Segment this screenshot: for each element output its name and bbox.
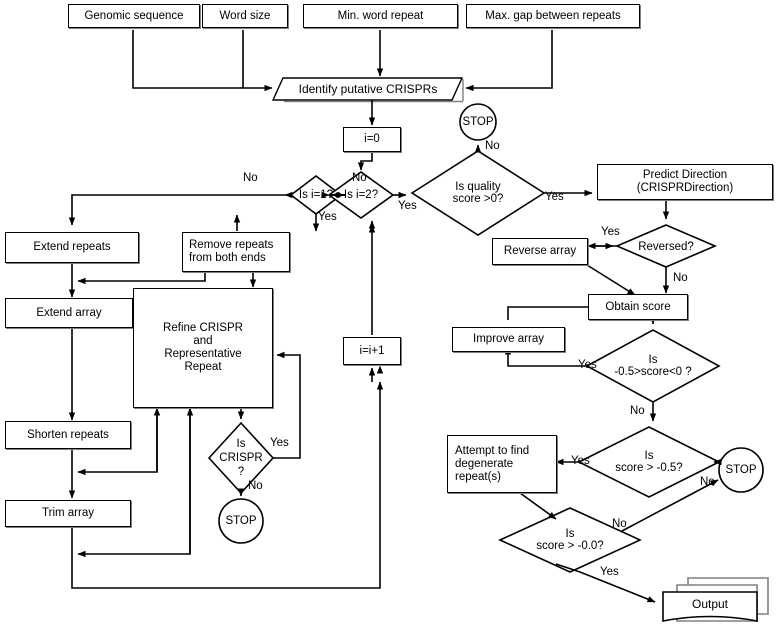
box-remove-repeats[interactable]: Remove repeats from both ends — [182, 232, 290, 272]
box-i-zero-label: i=0 — [364, 133, 380, 145]
box-improve-array-label: Improve array — [473, 333, 544, 345]
flowchart-canvas: Genomic sequence Word size Min. word rep… — [0, 0, 779, 633]
box-trim-array[interactable]: Trim array — [5, 500, 131, 527]
edge-label-no-is-i2: No — [352, 172, 367, 184]
input-max-gap-label: Max. gap between repeats — [485, 9, 621, 22]
input-min-word-repeat[interactable]: Min. word repeat — [303, 4, 458, 28]
process-identify-label: Identify putative CRISPRs — [298, 82, 438, 96]
box-obtain-score-label: Obtain score — [605, 300, 671, 313]
input-max-gap[interactable]: Max. gap between repeats — [466, 4, 640, 28]
box-shorten-repeats-label: Shorten repeats — [27, 428, 109, 441]
output-document[interactable]: Output — [663, 592, 757, 616]
edge-label-no-crispr: No — [248, 480, 263, 492]
box-extend-repeats[interactable]: Extend repeats — [5, 232, 139, 263]
box-predict-direction-label: Predict Direction (CRISPRDirection) — [636, 169, 734, 194]
input-genomic-sequence[interactable]: Genomic sequence — [68, 4, 200, 28]
edge-label-no-score-00: No — [612, 518, 627, 530]
box-i-increment-label: i=i+1 — [359, 344, 385, 357]
box-improve-array[interactable]: Improve array — [452, 327, 565, 352]
input-min-word-repeat-label: Min. word repeat — [337, 9, 424, 22]
edge-label-no-is-i1: No — [243, 172, 258, 184]
edge-label-yes-score-00: Yes — [600, 566, 619, 578]
edge-label-yes-score-range: Yes — [578, 359, 597, 371]
box-predict-direction[interactable]: Predict Direction (CRISPRDirection) — [597, 164, 773, 200]
terminator-stop-top[interactable]: STOP — [455, 112, 501, 132]
box-extend-repeats-label: Extend repeats — [33, 241, 111, 253]
box-trim-array-label: Trim array — [42, 507, 94, 519]
terminator-stop-left[interactable]: STOP — [218, 511, 264, 531]
box-reverse-array-label: Reverse array — [503, 245, 577, 257]
edge-label-yes-is-i1: Yes — [318, 211, 337, 223]
box-obtain-score[interactable]: Obtain score — [588, 294, 688, 320]
terminator-stop-top-label: STOP — [462, 116, 494, 128]
box-reverse-array[interactable]: Reverse array — [492, 238, 588, 265]
input-word-size-label: Word size — [219, 9, 271, 22]
box-remove-repeats-label: Remove repeats from both ends — [189, 239, 274, 264]
box-refine-crispr[interactable]: Refine CRISPR and Representative Repeat — [133, 288, 273, 408]
terminator-stop-right-label: STOP — [725, 464, 757, 476]
box-i-zero[interactable]: i=0 — [343, 127, 401, 152]
edge-label-no-reversed: No — [673, 272, 688, 284]
edge-label-yes-is-i2: Yes — [398, 200, 417, 212]
edge-label-yes-score-05: Yes — [571, 455, 590, 467]
edge-label-no-score-05: No — [700, 476, 715, 488]
box-extend-array-label: Extend array — [36, 306, 102, 319]
input-genomic-sequence-label: Genomic sequence — [84, 9, 184, 22]
terminator-stop-right[interactable]: STOP — [718, 460, 764, 480]
output-label: Output — [691, 597, 729, 611]
process-identify-putative-crisprs[interactable]: Identify putative CRISPRs — [275, 78, 461, 100]
box-attempt-degenerate-label: Attempt to find degenerate repeat(s) — [455, 444, 530, 483]
box-i-increment[interactable]: i=i+1 — [343, 337, 401, 365]
box-attempt-degenerate[interactable]: Attempt to find degenerate repeat(s) — [447, 435, 557, 493]
box-extend-array[interactable]: Extend array — [5, 298, 133, 328]
edge-label-yes-quality: Yes — [545, 191, 564, 203]
box-shorten-repeats[interactable]: Shorten repeats — [5, 421, 131, 449]
edge-label-yes-crispr: Yes — [270, 437, 289, 449]
edge-label-yes-reversed: Yes — [601, 226, 620, 238]
input-word-size[interactable]: Word size — [202, 4, 288, 28]
edge-label-no-score-range: No — [630, 405, 645, 417]
edge-label-no-quality: No — [485, 140, 500, 152]
terminator-stop-left-label: STOP — [225, 515, 257, 527]
box-refine-crispr-label: Refine CRISPR and Representative Repeat — [163, 322, 243, 373]
